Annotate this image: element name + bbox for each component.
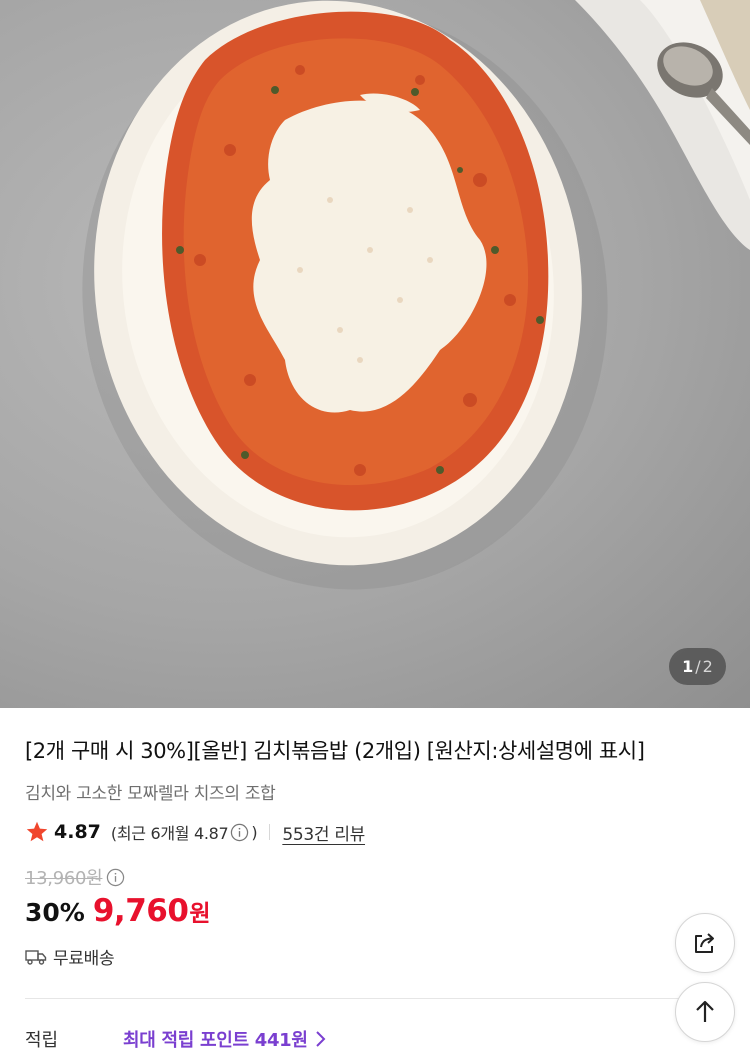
rating-value: 4.87 bbox=[54, 821, 101, 843]
image-pager: 1 / 2 bbox=[669, 648, 726, 685]
recent-rating[interactable]: (최근 6개월 4.87 ) bbox=[110, 820, 258, 844]
pager-total: 2 bbox=[702, 657, 713, 676]
scroll-top-button[interactable] bbox=[675, 982, 735, 1042]
section-divider bbox=[25, 998, 725, 999]
max-points-link[interactable]: 최대 적립 포인트 441원 bbox=[123, 1026, 326, 1052]
arrow-up-icon bbox=[696, 1000, 714, 1022]
max-points-text: 최대 적립 포인트 441원 bbox=[123, 1030, 308, 1051]
shipping-label: 무료배송 bbox=[53, 949, 115, 969]
info-icon[interactable] bbox=[230, 823, 249, 842]
star-icon bbox=[26, 821, 48, 842]
original-price: 13,960원 bbox=[25, 868, 103, 889]
review-count-link[interactable]: 553건 리뷰 bbox=[282, 820, 365, 845]
recent-rating-text: (최근 6개월 4.87 bbox=[110, 824, 229, 843]
divider bbox=[269, 824, 271, 840]
pager-current: 1 bbox=[682, 657, 694, 676]
product-title: [2개 구매 시 30%][올반] 김치볶음밥 (2개입) [원산지:상세설명에… bbox=[25, 739, 645, 763]
chevron-right-icon bbox=[315, 1031, 326, 1047]
points-label: 적립 bbox=[25, 1030, 59, 1051]
truck-icon bbox=[25, 949, 47, 965]
pager-separator: / bbox=[695, 657, 701, 676]
share-button[interactable] bbox=[675, 913, 735, 973]
price-unit: 원 bbox=[189, 901, 211, 927]
info-icon[interactable] bbox=[106, 868, 125, 887]
product-image[interactable]: 1 / 2 bbox=[0, 0, 750, 708]
share-icon bbox=[695, 933, 714, 953]
discount-rate: 30% bbox=[25, 898, 85, 927]
price-row: 30% 9,760 원 bbox=[25, 893, 211, 929]
shipping-row: 무료배송 bbox=[25, 944, 115, 969]
sale-price: 9,760 bbox=[92, 893, 189, 929]
product-subtitle: 김치와 고소한 모짜렐라 치즈의 조합 bbox=[25, 784, 276, 804]
original-price-row: 13,960원 bbox=[25, 864, 127, 890]
rating-row: 4.87 (최근 6개월 4.87 ) 553건 리뷰 bbox=[25, 818, 365, 846]
points-row: 적립 최대 적립 포인트 441원 bbox=[25, 1026, 326, 1052]
product-photo bbox=[82, 0, 750, 590]
recent-rating-close: ) bbox=[251, 822, 258, 842]
